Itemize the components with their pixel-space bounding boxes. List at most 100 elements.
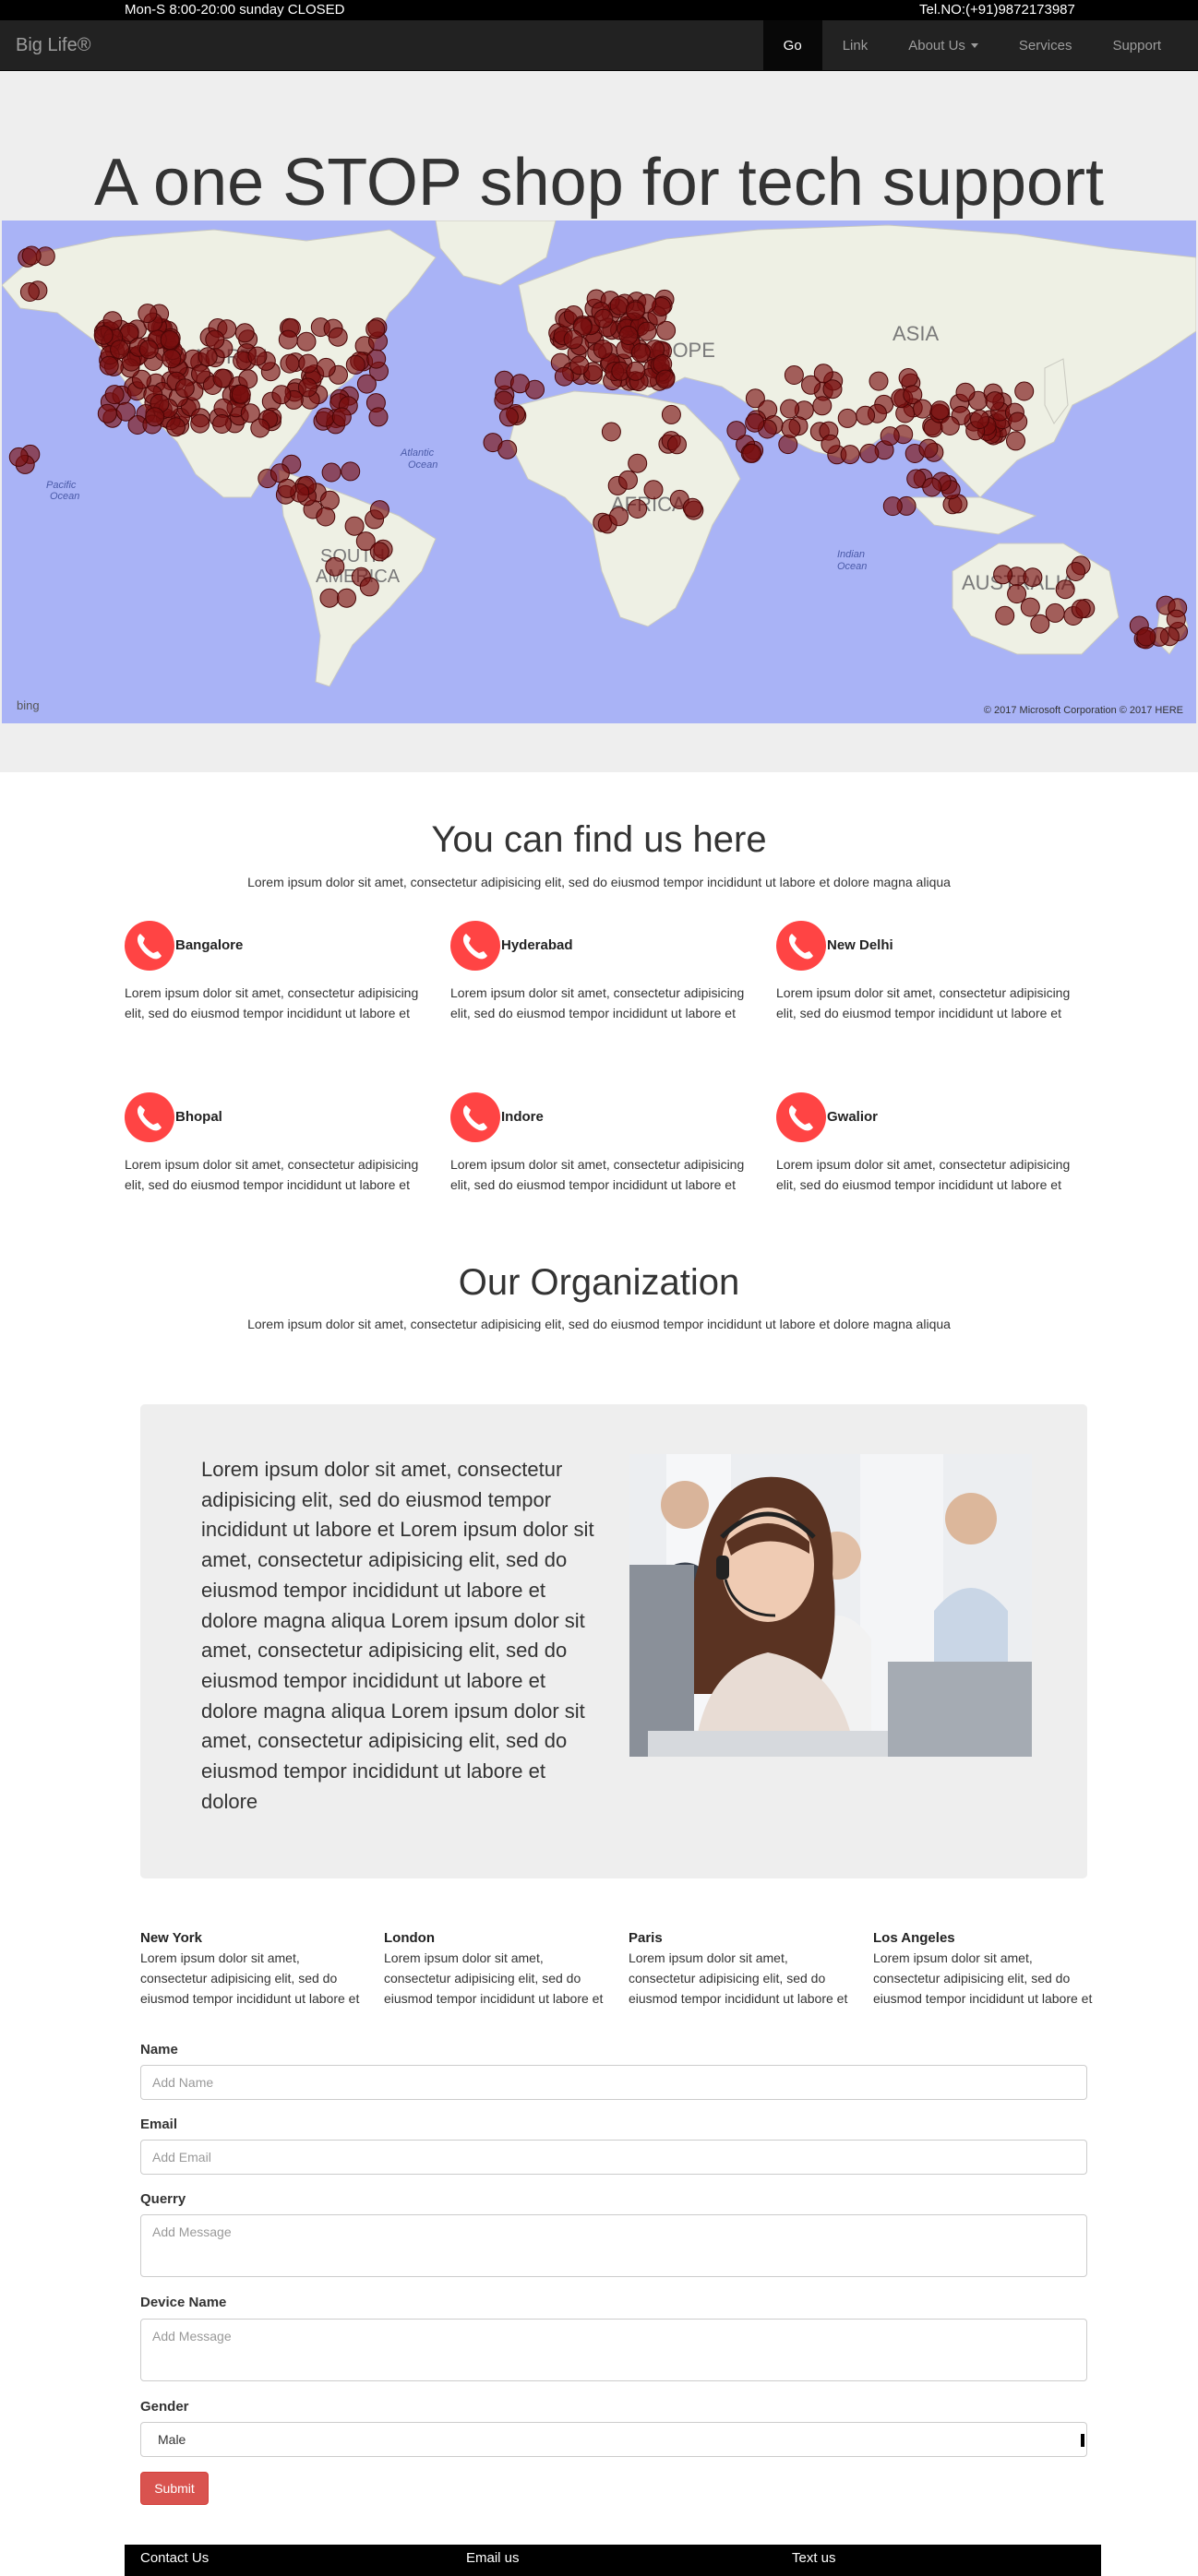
map-marker[interactable] <box>337 588 356 608</box>
map-marker[interactable] <box>630 342 651 363</box>
map-marker[interactable] <box>880 426 900 447</box>
submit-button[interactable]: Submit <box>140 2472 209 2505</box>
map-marker[interactable] <box>778 435 798 455</box>
map-marker[interactable] <box>601 422 621 442</box>
map-marker[interactable] <box>667 435 687 455</box>
map-marker[interactable] <box>205 329 225 350</box>
map-marker[interactable] <box>110 340 130 360</box>
map-marker[interactable] <box>271 385 292 405</box>
map-marker[interactable] <box>277 478 297 498</box>
map-marker[interactable] <box>494 370 514 390</box>
map-marker[interactable] <box>563 329 583 350</box>
footer-text-link[interactable]: Text us <box>792 2550 836 2566</box>
map-marker[interactable] <box>882 496 903 517</box>
map-marker[interactable] <box>1006 431 1025 451</box>
map-marker[interactable] <box>1136 626 1156 647</box>
map-marker[interactable] <box>922 477 942 497</box>
map-marker[interactable] <box>554 366 574 387</box>
map-marker[interactable] <box>190 413 210 434</box>
name-input[interactable]: Add Name <box>140 2065 1087 2100</box>
map-marker[interactable] <box>618 326 639 345</box>
nav-item-go[interactable]: Go <box>762 20 822 71</box>
map-marker[interactable] <box>231 384 251 404</box>
map-marker[interactable] <box>296 331 317 352</box>
map-marker[interactable] <box>1071 599 1091 619</box>
map-marker[interactable] <box>682 497 702 518</box>
map-marker[interactable] <box>21 245 42 266</box>
map-marker[interactable] <box>918 438 939 459</box>
map-marker[interactable] <box>742 443 762 463</box>
map-marker[interactable] <box>1055 579 1075 600</box>
map-marker[interactable] <box>618 470 638 490</box>
map-marker[interactable] <box>104 385 125 405</box>
map-marker[interactable] <box>609 507 629 527</box>
map-marker[interactable] <box>331 407 352 427</box>
map-marker[interactable] <box>930 400 950 421</box>
map-marker[interactable] <box>1007 584 1027 604</box>
map-marker[interactable] <box>19 282 40 302</box>
map-marker[interactable] <box>497 439 518 459</box>
map-marker[interactable] <box>212 414 232 434</box>
map-marker[interactable] <box>955 382 976 402</box>
map-marker[interactable] <box>655 369 676 389</box>
map-marker[interactable] <box>319 490 340 510</box>
map-marker[interactable] <box>593 308 614 328</box>
map-marker[interactable] <box>97 403 117 423</box>
map-marker[interactable] <box>637 321 657 341</box>
map-marker[interactable] <box>345 354 365 375</box>
map-marker[interactable] <box>365 319 386 340</box>
gender-select[interactable]: Male <box>140 2422 1087 2457</box>
query-textarea[interactable]: Add Message <box>140 2214 1087 2277</box>
map-marker[interactable] <box>1023 567 1043 588</box>
map-marker[interactable] <box>995 605 1015 626</box>
map-marker[interactable] <box>328 327 348 347</box>
map-marker[interactable] <box>250 418 270 438</box>
map-marker[interactable] <box>628 499 648 519</box>
map-marker[interactable] <box>913 399 932 419</box>
map-marker[interactable] <box>569 355 590 376</box>
map-marker[interactable] <box>366 349 387 369</box>
map-marker[interactable] <box>1030 614 1050 634</box>
map-marker[interactable] <box>509 374 530 394</box>
map-marker[interactable] <box>162 349 182 369</box>
map-marker[interactable] <box>138 304 158 324</box>
map-marker[interactable] <box>1020 597 1040 617</box>
map-marker[interactable] <box>1166 609 1186 629</box>
nav-item-services[interactable]: Services <box>999 20 1093 71</box>
email-input[interactable]: Add Email <box>140 2140 1087 2175</box>
map-marker[interactable] <box>369 542 389 562</box>
footer-email-link[interactable]: Email us <box>466 2550 520 2566</box>
map-marker[interactable] <box>234 323 255 343</box>
map-marker[interactable] <box>280 353 300 374</box>
map-marker[interactable] <box>1066 562 1086 581</box>
map-marker[interactable] <box>356 374 377 394</box>
map-marker[interactable] <box>298 353 318 374</box>
map-marker[interactable] <box>993 565 1013 585</box>
map-marker[interactable] <box>745 412 765 433</box>
map-marker[interactable] <box>1008 411 1028 432</box>
map-marker[interactable] <box>278 329 298 350</box>
map-marker[interactable] <box>138 340 159 360</box>
map-marker[interactable] <box>198 347 218 367</box>
map-marker[interactable] <box>859 443 880 463</box>
world-map[interactable]: NORTH EUROPE ASIA AFRICA SOUTH AMERICA A… <box>2 221 1196 723</box>
footer-contact-link[interactable]: Contact Us <box>140 2550 209 2566</box>
map-marker[interactable] <box>325 556 345 577</box>
map-marker[interactable] <box>840 445 860 465</box>
map-marker[interactable] <box>319 588 340 608</box>
map-marker[interactable] <box>316 507 336 527</box>
map-marker[interactable] <box>99 355 119 376</box>
map-marker[interactable] <box>781 418 801 438</box>
map-marker[interactable] <box>344 516 365 536</box>
map-marker[interactable] <box>247 346 268 366</box>
map-marker[interactable] <box>8 447 29 467</box>
map-marker[interactable] <box>869 371 889 391</box>
map-marker[interactable] <box>812 396 833 416</box>
map-marker[interactable] <box>643 480 664 500</box>
map-marker[interactable] <box>821 434 841 454</box>
map-marker[interactable] <box>593 340 613 359</box>
map-marker[interactable] <box>898 368 918 388</box>
map-marker[interactable] <box>369 500 389 520</box>
map-marker[interactable] <box>316 357 336 377</box>
map-marker[interactable] <box>661 404 681 424</box>
